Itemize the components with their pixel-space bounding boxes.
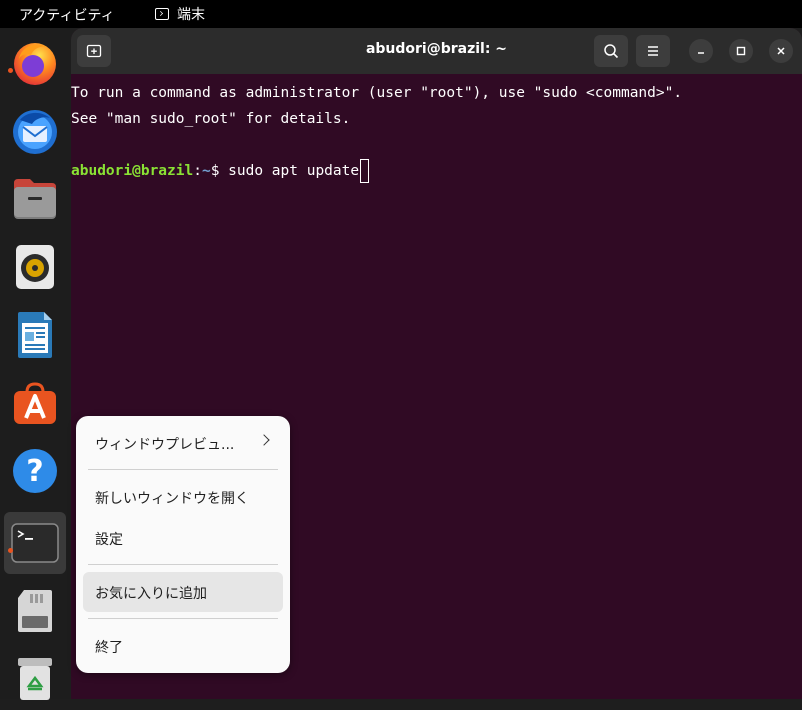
chevron-right-icon — [258, 434, 270, 446]
minimize-button[interactable] — [689, 39, 713, 63]
dock-item-thunderbird[interactable] — [4, 100, 66, 162]
search-button[interactable] — [594, 35, 628, 67]
dock-item-sd-card[interactable] — [4, 580, 66, 642]
menu-item-label: 終了 — [95, 640, 123, 656]
close-button[interactable] — [769, 39, 793, 63]
header-bar: abudori@brazil: ~ — [71, 28, 802, 74]
terminal-output[interactable]: To run a command as administrator (user … — [71, 80, 802, 184]
menu-item-window-preview[interactable]: ウィンドウプレビュ... — [95, 434, 234, 454]
dock-item-help[interactable]: ? — [4, 440, 66, 502]
svg-text:?: ? — [26, 454, 43, 489]
menu-button[interactable] — [636, 35, 670, 67]
terminal-icon — [155, 8, 169, 20]
help-icon: ? — [13, 449, 57, 493]
dock-context-menu: ウィンドウプレビュ... 新しいウィンドウを開く 設定 お気に入りに追加 終了 — [76, 416, 290, 673]
menu-separator — [88, 564, 278, 565]
output-line: To run a command as administrator (user … — [71, 85, 683, 101]
typed-command: sudo apt update — [228, 163, 360, 179]
prompt-separator: : — [193, 163, 202, 179]
menu-item-label: 設定 — [95, 532, 123, 548]
app-name: 端末 — [177, 7, 205, 23]
menu-item-label: ウィンドウプレビュ... — [95, 437, 235, 453]
terminal-icon — [11, 523, 59, 563]
prompt-symbol: $ — [210, 163, 229, 179]
menu-separator — [88, 618, 278, 619]
close-icon — [777, 47, 785, 55]
menu-separator — [88, 469, 278, 470]
menu-item-quit[interactable]: 終了 — [95, 637, 123, 657]
dock-item-app-center[interactable] — [4, 372, 66, 434]
dock-item-trash[interactable] — [4, 648, 66, 710]
minimize-icon — [698, 52, 704, 54]
output-line: See "man sudo_root" for details. — [71, 111, 351, 127]
hamburger-icon — [648, 46, 658, 56]
top-bar: アクティビティ 端末 — [0, 0, 802, 28]
dock-item-firefox[interactable] — [4, 32, 66, 94]
dock-item-writer[interactable] — [4, 304, 66, 366]
thunderbird-icon — [13, 110, 57, 154]
menu-item-add-to-favorites[interactable]: お気に入りに追加 — [95, 583, 207, 603]
rhythmbox-icon — [16, 245, 54, 289]
app-menu[interactable]: 端末 — [155, 4, 205, 24]
prompt-path: ~ — [201, 163, 211, 179]
menu-item-settings[interactable]: 設定 — [95, 529, 123, 549]
files-icon — [14, 179, 56, 219]
app-center-icon — [14, 382, 56, 424]
prompt-line: abudori@brazil:~$ sudo apt update — [71, 158, 802, 184]
dock-item-files[interactable] — [4, 168, 66, 230]
dock-item-terminal[interactable] — [4, 512, 66, 574]
search-icon — [604, 44, 619, 59]
firefox-icon — [14, 43, 56, 85]
sd-card-icon — [18, 590, 52, 632]
menu-item-new-window[interactable]: 新しいウィンドウを開く — [95, 488, 249, 508]
running-indicator — [8, 548, 13, 553]
activities-button[interactable]: アクティビティ — [19, 5, 115, 25]
maximize-icon — [736, 46, 746, 56]
menu-item-label: お気に入りに追加 — [95, 586, 207, 602]
menu-item-label: 新しいウィンドウを開く — [95, 491, 249, 507]
running-indicator — [8, 68, 13, 73]
dock: ? — [0, 28, 70, 700]
prompt-user: abudori@brazil — [71, 163, 194, 179]
libreoffice-writer-icon — [18, 312, 52, 358]
dock-item-rhythmbox[interactable] — [4, 236, 66, 298]
maximize-button[interactable] — [729, 39, 753, 63]
text-cursor — [360, 159, 370, 183]
trash-icon — [18, 658, 52, 700]
